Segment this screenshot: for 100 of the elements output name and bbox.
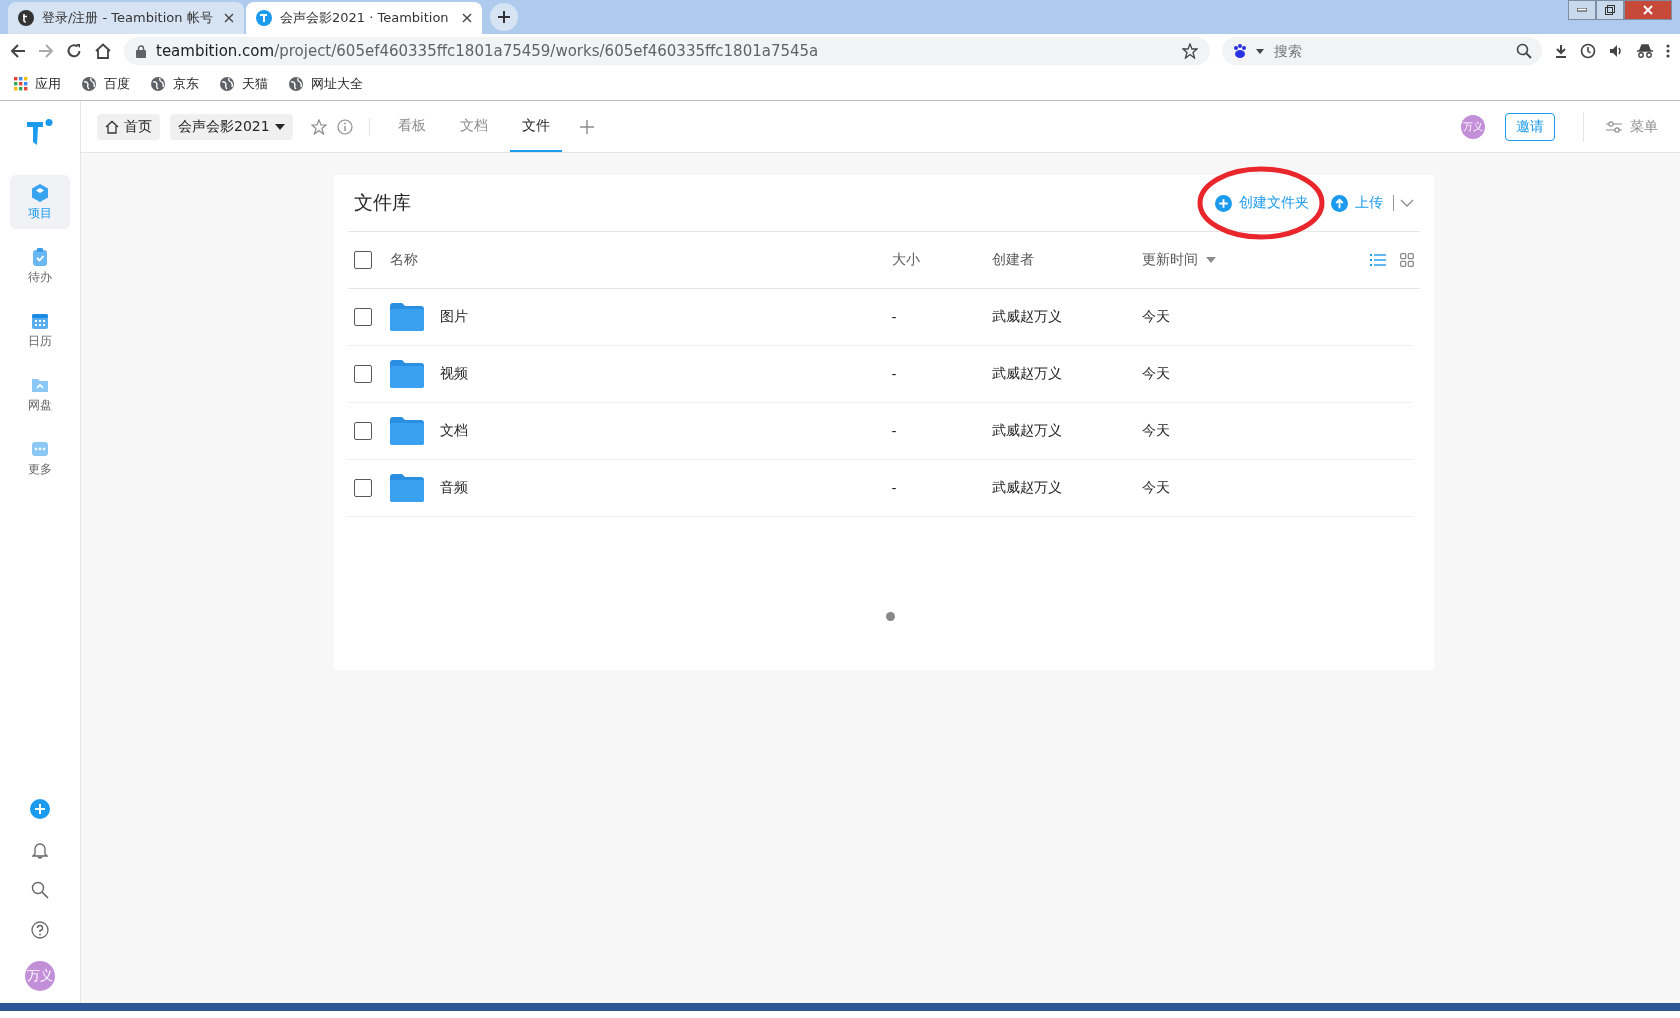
url-path: /project/605ef460335ffc1801a75459/works/605ef460335ffc1801a7545a xyxy=(274,42,819,60)
updated-cell: 今天 xyxy=(1141,422,1170,440)
close-icon[interactable] xyxy=(462,13,472,23)
minimize-icon xyxy=(1577,8,1587,12)
caret-icon xyxy=(274,123,285,130)
grid-view-icon[interactable] xyxy=(1399,253,1414,267)
speaker-icon[interactable] xyxy=(1608,43,1624,59)
folder-icon xyxy=(389,303,424,331)
search-icon[interactable] xyxy=(31,881,49,899)
plus-icon xyxy=(497,10,511,24)
close-button[interactable] xyxy=(1624,0,1672,20)
home-button[interactable]: 首页 xyxy=(97,113,160,140)
size-cell: - xyxy=(891,480,897,496)
sidebar-item[interactable]: 待办 xyxy=(10,239,70,293)
column-header: 名称 xyxy=(389,251,418,269)
updated-cell: 今天 xyxy=(1141,308,1170,326)
info-icon[interactable] xyxy=(336,118,353,135)
close-icon[interactable] xyxy=(224,13,234,23)
caret-icon[interactable] xyxy=(1256,48,1264,54)
new-tab-button[interactable] xyxy=(490,3,518,31)
sidebar-item[interactable]: 更多 xyxy=(10,431,70,485)
creator-cell: 武威赵万义 xyxy=(991,365,1062,381)
upload-icon xyxy=(1330,194,1348,212)
browser-tab[interactable]: 登录/注册 - Teambition 帐号 xyxy=(8,2,244,34)
sidebar-item[interactable]: 日历 xyxy=(10,303,70,357)
search-bar[interactable]: 搜索 xyxy=(1222,37,1542,65)
loading-dot xyxy=(885,612,895,621)
creator-cell: 武威赵万义 xyxy=(991,479,1062,495)
menu-button[interactable]: 菜单 xyxy=(1583,111,1664,142)
lock-icon xyxy=(136,44,146,58)
star-icon[interactable] xyxy=(310,118,327,135)
home-icon xyxy=(105,119,119,134)
apps-grid-icon xyxy=(14,77,28,91)
add-icon[interactable] xyxy=(30,799,50,819)
restore-button[interactable] xyxy=(1596,0,1624,20)
column-header: 创建者 xyxy=(991,251,1034,267)
globe-icon xyxy=(150,76,166,92)
star-icon[interactable] xyxy=(1182,43,1198,59)
library-title: 文件库 xyxy=(353,190,412,215)
clipboard-check-icon xyxy=(30,246,50,267)
globe-icon xyxy=(288,76,304,92)
back-icon[interactable] xyxy=(10,43,26,59)
site-logo-icon xyxy=(18,10,34,26)
restore-icon xyxy=(1605,5,1615,15)
project-dropdown[interactable]: 会声会影2021 xyxy=(170,113,293,140)
updated-cell: 今天 xyxy=(1141,479,1170,497)
bookmark[interactable]: 京东 xyxy=(150,75,199,93)
list-view-icon[interactable] xyxy=(1369,253,1386,267)
download-icon[interactable] xyxy=(1554,44,1568,58)
creator-cell: 武威赵万义 xyxy=(991,422,1062,438)
sort-header[interactable]: 更新时间 xyxy=(1141,251,1322,269)
folder-name[interactable]: 文档 xyxy=(439,422,468,440)
sidebar-item[interactable]: 网盘 xyxy=(10,367,70,421)
cube-icon xyxy=(30,182,50,203)
row-checkbox[interactable] xyxy=(353,308,372,326)
paw-icon xyxy=(1232,43,1248,59)
bookmark[interactable]: 百度 xyxy=(81,75,130,93)
bell-icon[interactable] xyxy=(32,841,48,859)
search-field[interactable]: 搜索 xyxy=(1272,42,1508,60)
folder-icon xyxy=(389,417,424,445)
folder-name[interactable]: 音频 xyxy=(439,479,468,497)
close-icon xyxy=(1643,5,1653,15)
project-tab[interactable]: 文档 xyxy=(447,101,500,152)
row-checkbox[interactable] xyxy=(353,479,372,497)
folder-name[interactable]: 视频 xyxy=(439,365,468,383)
chevron-down-icon[interactable] xyxy=(1399,199,1414,207)
row-checkbox[interactable] xyxy=(353,422,372,440)
incognito-icon[interactable] xyxy=(1636,44,1654,58)
clock-icon[interactable] xyxy=(1580,43,1596,59)
search-icon[interactable] xyxy=(1516,43,1532,59)
size-cell: - xyxy=(891,309,897,325)
updated-cell: 今天 xyxy=(1141,365,1170,383)
bookmark[interactable]: 网址大全 xyxy=(288,75,363,93)
caret-icon xyxy=(1205,257,1216,263)
site-logo-icon xyxy=(256,10,272,26)
bookmark[interactable]: 应用 xyxy=(14,75,61,93)
column-header: 大小 xyxy=(891,251,920,267)
project-tab[interactable]: 文件 xyxy=(509,101,562,152)
select-all-checkbox[interactable] xyxy=(353,251,372,269)
more-icon[interactable] xyxy=(1666,44,1670,58)
help-icon[interactable] xyxy=(31,921,49,939)
creator-cell: 武威赵万义 xyxy=(991,308,1062,324)
browser-tab[interactable]: 会声会影2021 · Teambition xyxy=(246,2,482,34)
sliders-icon xyxy=(1606,119,1622,134)
row-checkbox[interactable] xyxy=(353,365,372,383)
project-tab[interactable]: 看板 xyxy=(385,101,438,152)
folder-icon xyxy=(389,474,424,502)
size-cell: - xyxy=(891,366,897,382)
reload-icon[interactable] xyxy=(66,43,82,59)
app-logo[interactable] xyxy=(26,119,54,145)
address-bar[interactable]: teambition.com/project/605ef460335ffc1801a75459/works/605ef460335ffc1801a7545a xyxy=(124,37,1210,65)
globe-icon xyxy=(219,76,235,92)
folder-icon xyxy=(389,360,424,388)
plus-circle-icon xyxy=(1214,194,1232,212)
folder-name[interactable]: 图片 xyxy=(439,308,468,326)
size-cell: - xyxy=(891,423,897,439)
home-icon[interactable] xyxy=(94,43,112,59)
globe-icon xyxy=(81,76,97,92)
bookmark[interactable]: 天猫 xyxy=(219,75,268,93)
url-host: teambition.com xyxy=(156,42,275,60)
